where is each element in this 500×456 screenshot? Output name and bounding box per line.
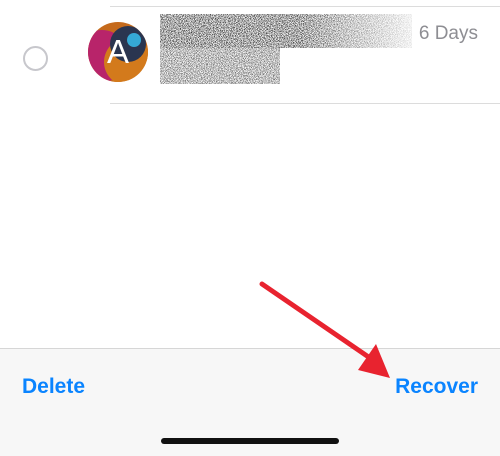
avatar: A <box>88 22 148 82</box>
bottom-toolbar: Delete Recover <box>0 348 500 456</box>
row-divider <box>110 103 500 104</box>
recover-button[interactable]: Recover <box>395 375 478 399</box>
deleted-messages-screen: A 6 Days Delete Recover <box>0 0 500 456</box>
delete-button[interactable]: Delete <box>22 375 85 399</box>
home-indicator <box>161 438 339 444</box>
redacted-message-preview <box>160 14 412 84</box>
avatar-letter: A <box>106 33 129 70</box>
message-row[interactable]: A 6 Days <box>0 6 500 104</box>
select-radio[interactable] <box>23 46 48 71</box>
message-date: 6 Days <box>418 23 478 44</box>
